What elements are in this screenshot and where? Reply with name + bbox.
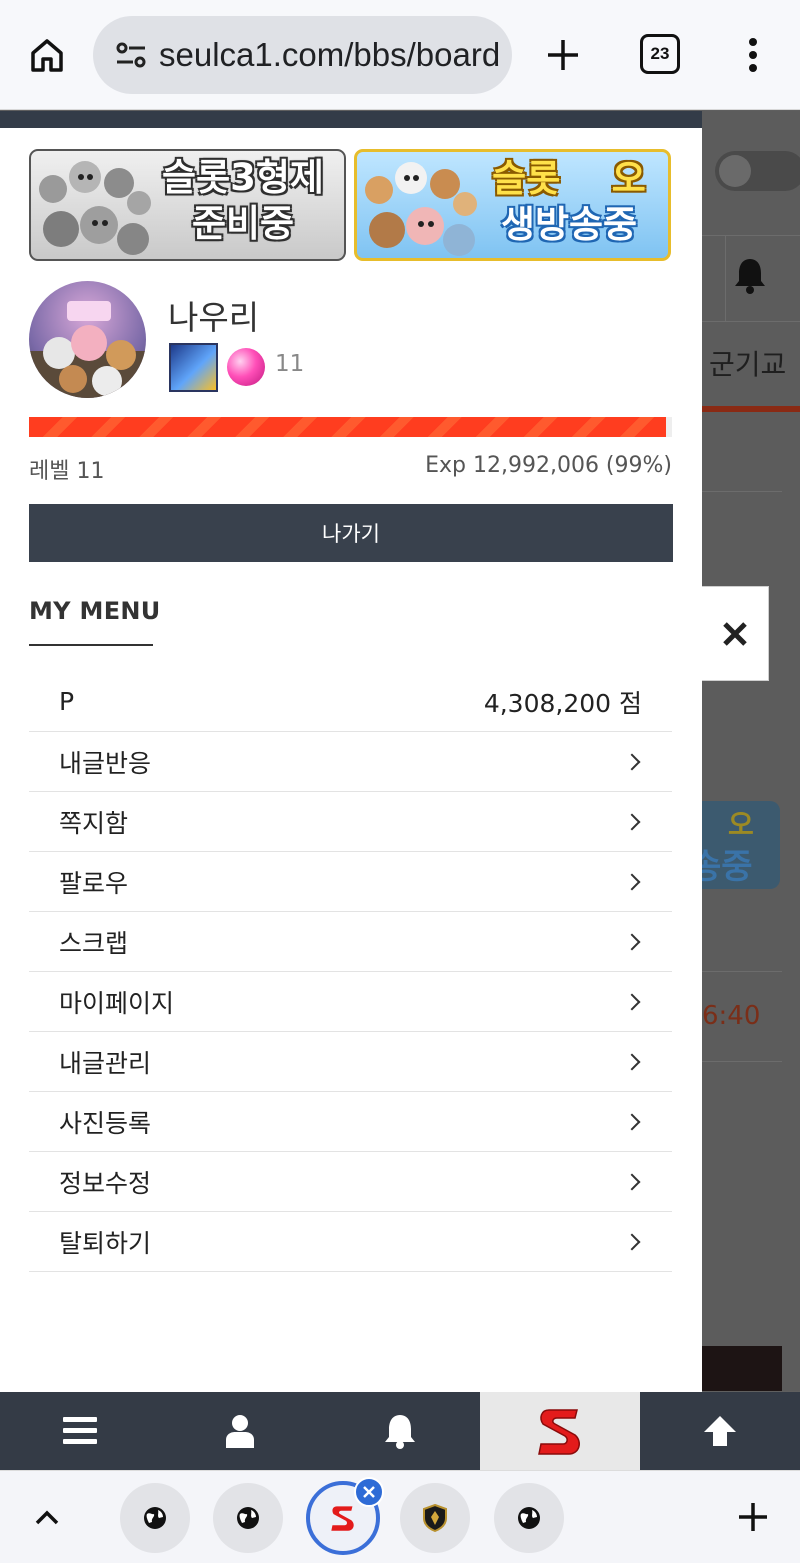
chevron-right-icon — [623, 1233, 641, 1250]
level-orb-icon — [227, 348, 265, 386]
user-side-panel: 슬롯3형제 준비중 슬롯 오 생방송중 나우리 11 레벨 11 Exp 12,… — [0, 111, 702, 1392]
banner-1-line2: 준비중 — [191, 202, 295, 245]
nav-notifications-button[interactable] — [320, 1392, 480, 1470]
chevron-right-icon — [623, 1173, 641, 1190]
globe-icon — [144, 1507, 166, 1529]
bell-icon — [385, 1415, 415, 1449]
menu-item-withdraw[interactable]: 탈퇴하기 — [29, 1212, 672, 1272]
nav-menu-button[interactable] — [0, 1392, 160, 1470]
chevron-right-icon — [623, 1113, 641, 1130]
menu-item-upload-photo[interactable]: 사진등록 — [29, 1092, 672, 1152]
chevron-right-icon — [623, 873, 641, 890]
close-icon — [363, 1486, 375, 1498]
plus-icon — [548, 40, 578, 70]
exp-progress-fill — [29, 417, 666, 437]
address-bar[interactable]: seulca1.com/bbs/board — [93, 16, 512, 94]
banner-2-line1b: 오 — [611, 157, 646, 200]
tab-thumbnail-4[interactable] — [400, 1483, 470, 1553]
exp-progress-bar — [29, 417, 672, 437]
browser-menu-button[interactable] — [730, 30, 776, 80]
browser-bottom-toolbar — [0, 1470, 800, 1563]
tab-count: 23 — [650, 44, 670, 63]
arrow-up-icon — [704, 1416, 736, 1446]
url-text[interactable]: seulca1.com/bbs/board — [159, 36, 500, 74]
avatar[interactable] — [29, 281, 146, 398]
logout-button[interactable]: 나가기 — [29, 504, 673, 562]
level-number: 11 — [275, 351, 305, 377]
tab-thumbnail-2[interactable] — [213, 1483, 283, 1553]
background-time: 6:40 — [702, 1001, 761, 1031]
my-menu-title: MY MENU — [29, 597, 161, 625]
menu-item-scrap[interactable]: 스크랩 — [29, 912, 672, 972]
menu-icon — [63, 1417, 97, 1444]
globe-icon — [237, 1507, 259, 1529]
nav-user-button[interactable] — [160, 1392, 320, 1470]
banner-2-line1a: 슬롯 — [492, 157, 561, 200]
chevron-right-icon — [623, 1053, 641, 1070]
new-tab-button[interactable] — [538, 30, 588, 80]
close-panel-button[interactable] — [702, 586, 769, 681]
bell-icon — [735, 259, 765, 294]
user-icon — [226, 1415, 254, 1448]
site-bottom-nav — [0, 1392, 800, 1470]
background-nav-text: 군기교 — [709, 348, 787, 381]
banner-1-line1: 슬롯3형제 — [162, 156, 324, 199]
menu-item-post-reactions[interactable]: 내글반응 — [29, 732, 672, 792]
background-thumbnail — [702, 1346, 782, 1391]
menu-item-messages[interactable]: 쪽지함 — [29, 792, 672, 852]
menu-item-manage-posts[interactable]: 내글관리 — [29, 1032, 672, 1092]
menu-item-edit-info[interactable]: 정보수정 — [29, 1152, 672, 1212]
background-toggle — [715, 151, 800, 191]
tab-thumbnail-5[interactable] — [494, 1483, 564, 1553]
points-label: P — [59, 687, 75, 716]
banner-slot-brothers[interactable]: 슬롯3형제 준비중 — [29, 149, 346, 261]
plus-icon — [739, 1503, 767, 1531]
close-icon — [723, 621, 747, 646]
home-icon — [31, 39, 63, 72]
chevron-up-icon — [35, 1510, 59, 1525]
menu-item-follow[interactable]: 팔로우 — [29, 852, 672, 912]
add-tab-button[interactable] — [733, 1497, 773, 1537]
rank-badge-icon — [169, 343, 218, 392]
points-row: P 4,308,200 점 — [29, 672, 672, 732]
points-value: 4,308,200 점 — [483, 688, 642, 718]
banner-slot-live[interactable]: 슬롯 오 생방송중 — [354, 149, 671, 261]
home-button[interactable] — [22, 30, 72, 80]
background-page-overlay[interactable]: 군기교 오 송중 6:40 — [702, 111, 800, 1391]
chevron-right-icon — [623, 933, 641, 950]
site-logo-icon — [538, 1409, 580, 1455]
shield-icon — [423, 1504, 447, 1532]
tab-switcher-button[interactable]: 23 — [640, 34, 680, 74]
globe-icon — [518, 1507, 540, 1529]
more-vertical-icon — [749, 38, 757, 72]
level-label: 레벨 11 — [29, 459, 105, 484]
nav-scroll-top-button[interactable] — [640, 1392, 800, 1470]
exp-label: Exp 12,992,006 (99%) — [425, 453, 672, 478]
chevron-right-icon — [623, 813, 641, 830]
background-banner: 오 송중 — [702, 801, 780, 889]
chevron-right-icon — [623, 753, 641, 770]
site-logo-icon — [331, 1506, 354, 1531]
username: 나우리 — [168, 298, 260, 337]
collapse-tab-strip-button[interactable] — [33, 1503, 61, 1531]
my-menu-list: P 4,308,200 점 내글반응 쪽지함 팔로우 스크랩 마이페이지 내글관… — [29, 672, 672, 1272]
banner-2-line2: 생방송중 — [500, 203, 638, 246]
browser-top-bar: seulca1.com/bbs/board 23 — [0, 0, 800, 110]
banner-characters-image — [39, 161, 151, 255]
tab-thumbnail-1[interactable] — [120, 1483, 190, 1553]
nav-home-logo-button[interactable] — [480, 1392, 640, 1470]
tab-thumbnail-active[interactable] — [306, 1477, 384, 1555]
close-tab-button[interactable] — [354, 1477, 384, 1507]
site-settings-icon[interactable] — [109, 33, 153, 77]
chevron-right-icon — [623, 993, 641, 1010]
menu-item-mypage[interactable]: 마이페이지 — [29, 972, 672, 1032]
banner-characters-image — [365, 162, 477, 256]
